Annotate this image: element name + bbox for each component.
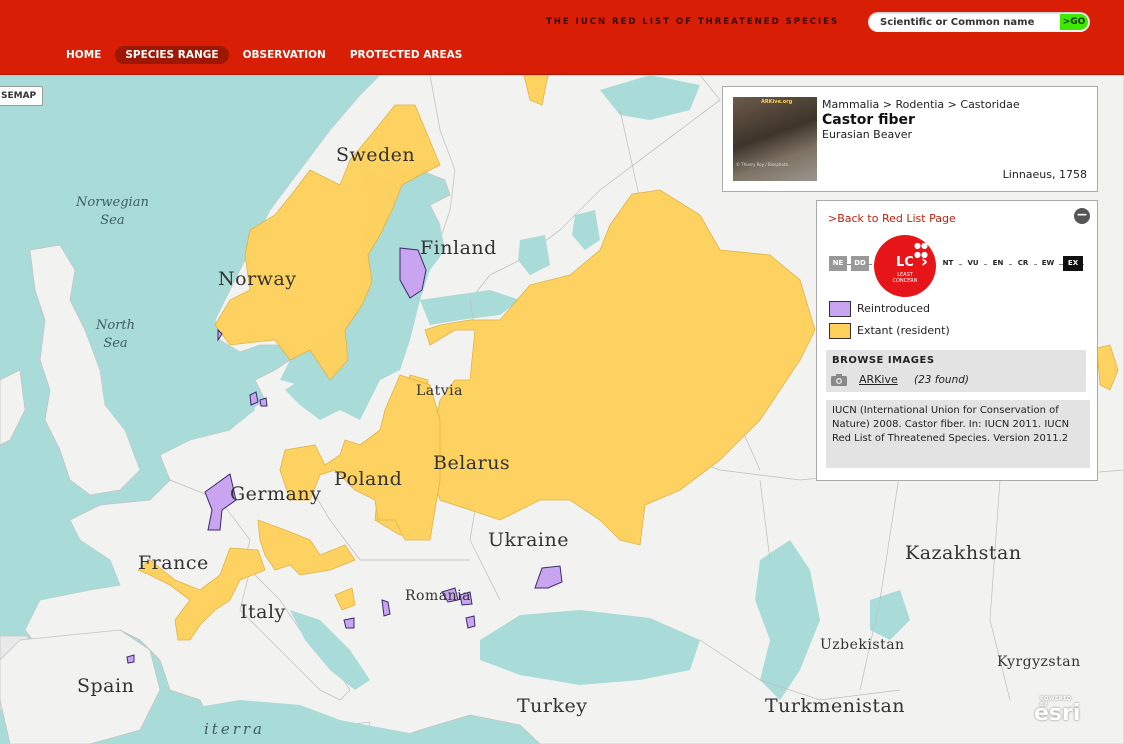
species-card: ARKive.org © Thierry Roy / Biosphoto Mam… [722,86,1098,192]
status-full-name: LEAST CONCERN [874,272,936,284]
species-search-input[interactable] [878,14,1062,31]
country-label-belarus: Belarus [433,452,511,474]
country-label-spain: Spain [77,675,135,697]
country-label-ukraine: Ukraine [488,529,569,551]
country-label-sweden: Sweden [336,144,416,166]
legend-label-extant: Extant (resident) [857,324,950,337]
country-label-norway: Norway [218,268,297,290]
country-label-latvia: Latvia [416,383,464,399]
chevron-right-icon: › [921,252,929,272]
category-ew: EW [1037,256,1059,271]
country-label-turkmenistan: Turkmenistan [765,695,906,717]
country-label-romania: Romania [405,588,471,604]
arkive-link[interactable]: ARKive [859,373,898,386]
taxonomy-breadcrumb: Mammalia > Rodentia > Castoridae [822,98,1020,111]
status-least-concern-badge: ●● ●● LC › LEAST CONCERN [874,235,936,297]
browse-images-heading: BROWSE IMAGES [832,355,935,366]
nav-protected-areas[interactable]: PROTECTED AREAS [340,46,473,64]
species-info-panel: >Back to Red List Page − NE DD NT VU EN … [816,200,1098,481]
country-label-uzbekistan: Uzbekistan [820,637,905,653]
legend-label-reintroduced: Reintroduced [857,302,931,315]
country-label-finland: Finland [420,237,497,259]
category-ne: NE [829,256,847,271]
status-abbr: LC [896,255,914,270]
esri-attribution-logo: POWERED BY esri [1034,696,1080,726]
photo-credit: © Thierry Roy / Biosphoto [736,162,788,167]
scientific-name: Castor fiber [822,112,915,128]
photo-brand: ARKive.org [761,99,793,105]
country-label-france: France [138,552,209,574]
country-label-italy: Italy [240,601,286,623]
basemap-toggle-button[interactable]: SEMAP [0,86,44,106]
main-nav: HOME SPECIES RANGE OBSERVATION PROTECTED… [56,46,472,64]
country-label-kazakhstan: Kazakhstan [905,542,1022,564]
camera-icon [831,374,847,386]
sea-label-north-line2: Sea [103,336,128,351]
category-cr: CR [1012,256,1034,271]
sea-label-north: North Sea [96,317,135,353]
legend-swatch-reintroduced [829,301,851,317]
legend-swatch-extant [829,323,851,339]
red-list-category-scale: NE DD NT VU EN CR EW EX ●● ●● LC › LEAST … [829,235,1089,297]
sea-label-norwegian-line1: Norwegian [76,195,149,210]
species-search: >GO [868,12,1090,32]
sea-label-mediterranean: iterra [204,720,265,738]
arkive-image-count: (23 found) [914,374,969,386]
sea-label-norwegian-line2: Sea [100,213,125,228]
common-name: Eurasian Beaver [822,128,913,141]
species-photo[interactable]: ARKive.org © Thierry Roy / Biosphoto [733,97,817,181]
search-go-button[interactable]: >GO [1060,14,1088,30]
country-label-turkey: Turkey [517,695,588,717]
category-nt: NT [937,256,959,271]
category-en: EN [987,256,1009,271]
nav-species-range[interactable]: SPECIES RANGE [115,46,229,64]
back-to-red-list-link[interactable]: >Back to Red List Page [828,212,956,225]
site-header: THE IUCN RED LIST OF THREATENED SPECIES … [0,0,1124,75]
citation-text: IUCN (International Union for Conservati… [826,400,1090,468]
collapse-panel-button[interactable]: − [1074,208,1090,224]
status-full-line2: CONCERN [892,278,918,284]
country-label-germany: Germany [230,483,322,505]
category-dd: DD [851,256,869,271]
nav-observation[interactable]: OBSERVATION [233,46,336,64]
country-label-poland: Poland [334,468,403,490]
powered-by-label: POWERED BY [1040,696,1072,708]
browse-images-section: BROWSE IMAGES ARKive (23 found) [826,350,1086,392]
category-ex: EX [1063,256,1083,271]
category-vu: VU [962,256,984,271]
country-label-kyrgyzstan: Kyrgyzstan [997,654,1081,670]
nav-home[interactable]: HOME [56,46,111,64]
sea-label-norwegian: Norwegian Sea [76,194,149,230]
site-tagline: THE IUCN RED LIST OF THREATENED SPECIES [546,17,840,27]
sea-label-north-line1: North [96,318,136,333]
species-authority: Linnaeus, 1758 [1002,168,1087,181]
